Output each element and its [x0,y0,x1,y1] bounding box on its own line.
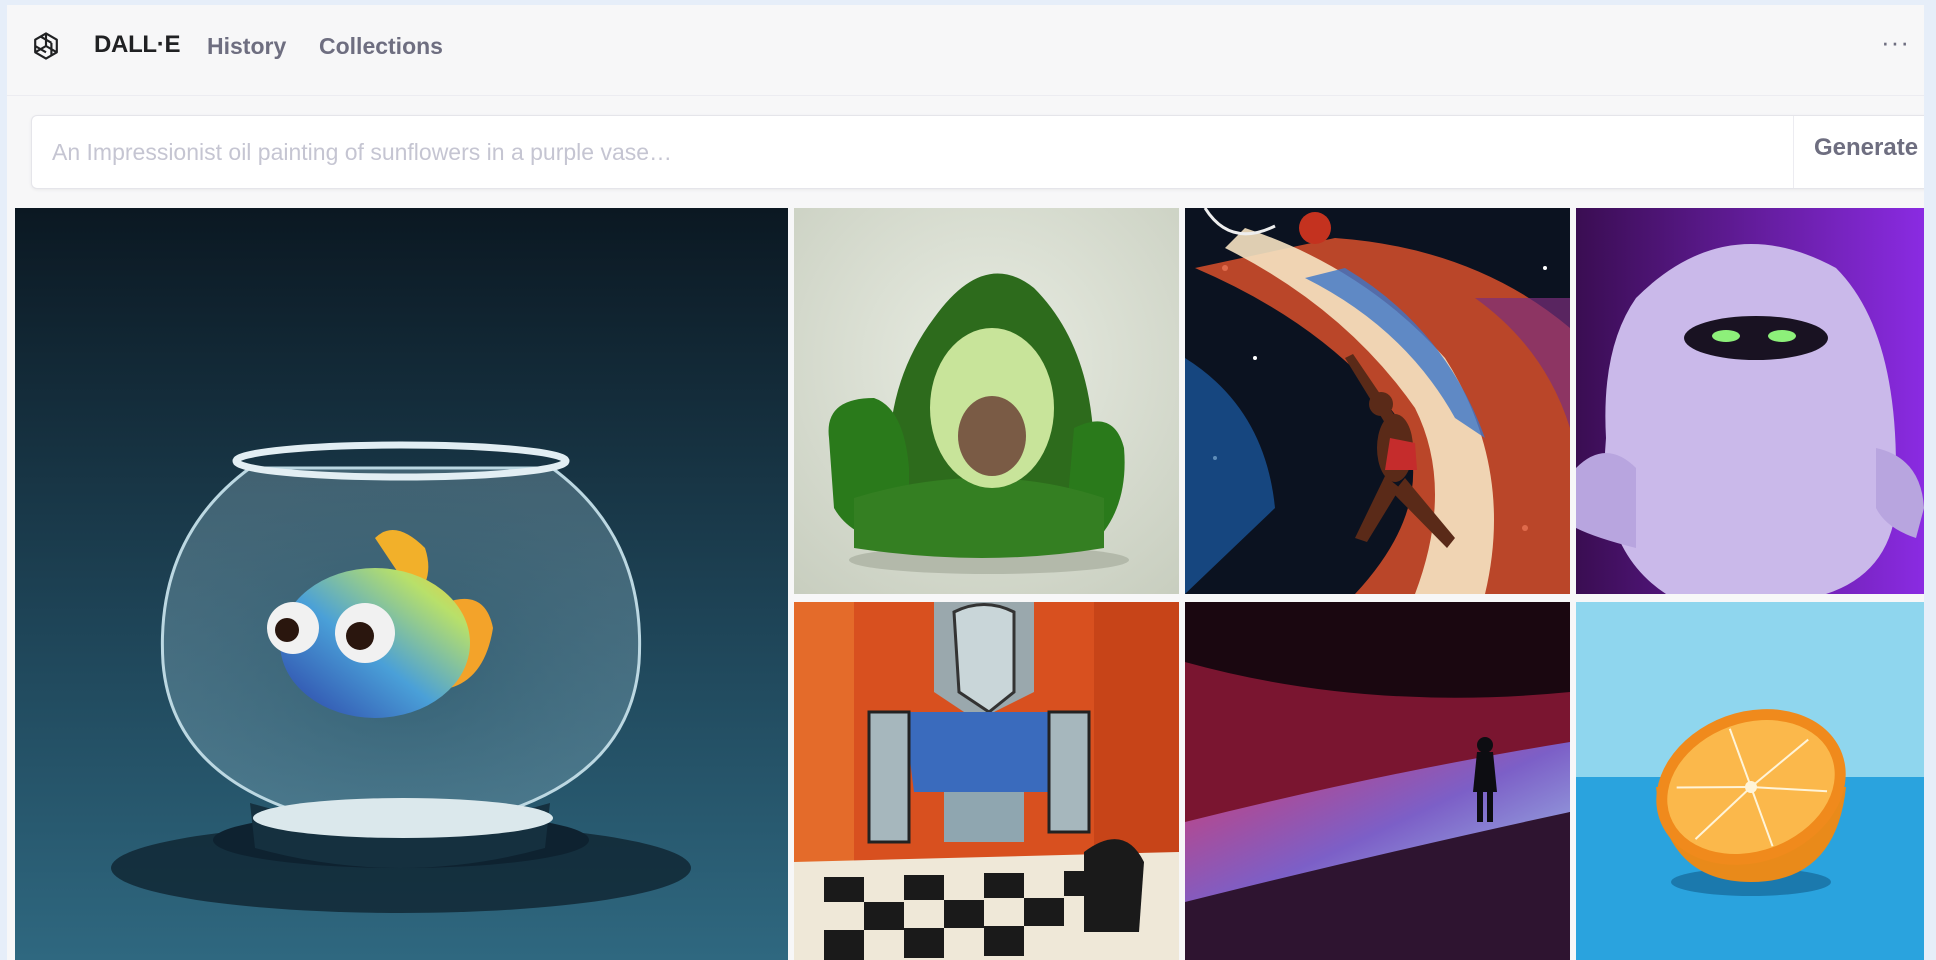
prompt-divider [1793,116,1794,188]
gallery-image-desert-figure[interactable] [1185,602,1570,960]
gallery-image-orange[interactable] [1576,602,1924,960]
space-basketball-image [1185,208,1570,594]
desert-figure-image [1185,602,1570,960]
gallery-image-fishbowl[interactable] [15,208,788,960]
fishbowl-image [15,208,788,960]
gallery-image-purple-monster[interactable] [1576,208,1924,594]
purple-monster-image [1576,208,1924,594]
avocado-chair-image [794,208,1179,594]
openai-logo-icon[interactable] [28,28,64,64]
robot-chess-image [794,602,1179,960]
orange-image [1576,602,1924,960]
more-options-ellipsis-icon[interactable]: ··· [1881,27,1910,58]
nav-history-link[interactable]: History [207,33,286,60]
gallery-image-robot-chess[interactable] [794,602,1179,960]
gallery-image-avocado-chair[interactable] [794,208,1179,594]
brand-title[interactable]: DALL·E [94,31,180,59]
top-navigation-bar: DALL·E History Collections ··· [7,5,1924,96]
gallery-image-space-basketball[interactable] [1185,208,1570,594]
prompt-bar: Generate [31,115,1924,189]
dalle-app-window: DALL·E History Collections ··· Generate [7,5,1924,960]
generate-button[interactable]: Generate [1814,134,1918,162]
prompt-input[interactable] [32,116,1792,188]
nav-collections-link[interactable]: Collections [319,33,443,60]
